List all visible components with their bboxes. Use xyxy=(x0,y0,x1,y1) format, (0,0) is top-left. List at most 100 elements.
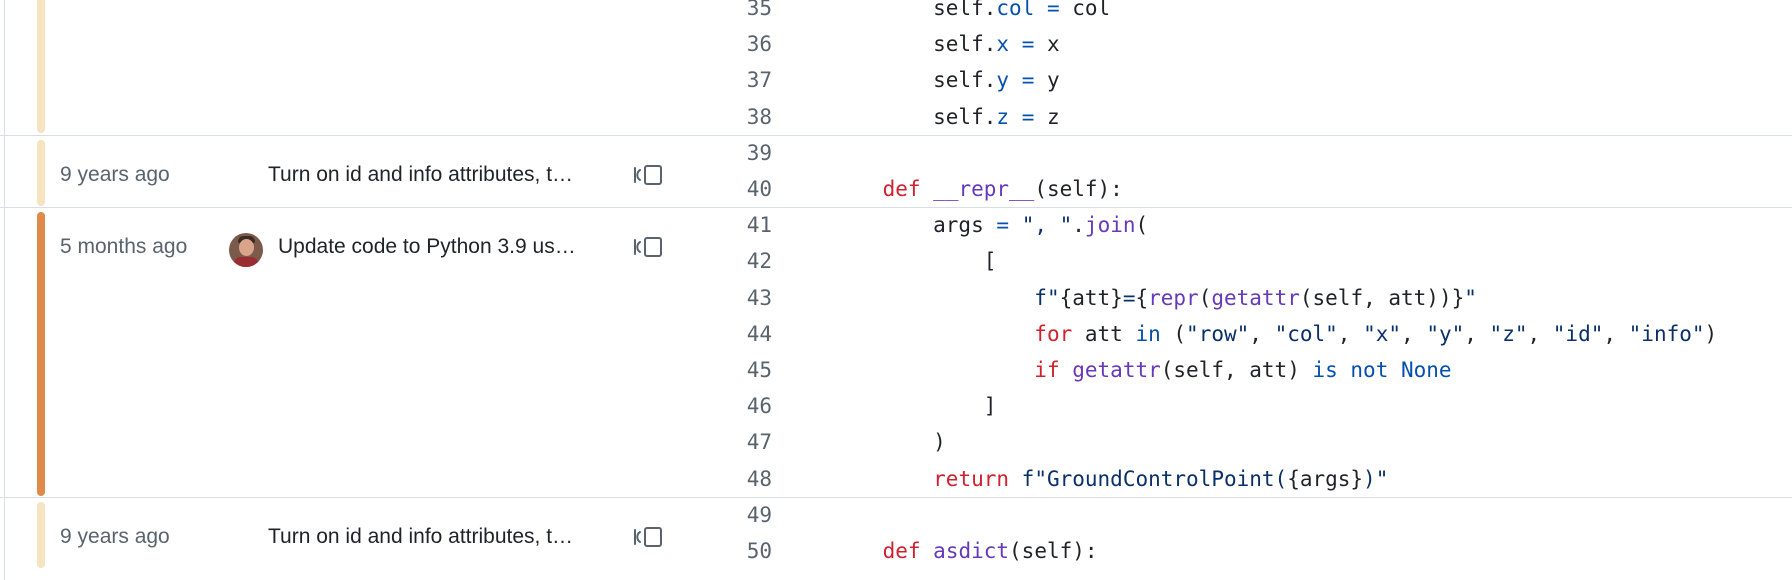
code-token: , xyxy=(1464,321,1490,346)
line-number[interactable]: 36 xyxy=(700,26,772,62)
code-token: y xyxy=(996,68,1010,93)
code-text: if getattr(self, att) is not None xyxy=(832,352,1452,388)
code-token: getattr xyxy=(1072,358,1161,382)
code-token: for xyxy=(1034,321,1073,346)
code-token: )" xyxy=(1363,466,1389,491)
code-token: (self, att))} xyxy=(1299,285,1465,310)
code-text: ] xyxy=(832,388,997,424)
code-token: col xyxy=(996,0,1035,20)
line-number[interactable]: 39 xyxy=(700,135,772,171)
code-token: col xyxy=(1059,0,1111,20)
code-token: , xyxy=(1603,321,1629,346)
code-line: 41 args = ", ".join( xyxy=(0,207,1792,243)
code-text: return f"GroundControlPoint({args})" xyxy=(832,461,1388,497)
code-text: def asdict(self): xyxy=(832,533,1098,569)
code-line: 49 xyxy=(0,497,1792,533)
line-number[interactable]: 35 xyxy=(700,0,772,26)
code-text: [ xyxy=(832,243,997,279)
code-token: def xyxy=(882,539,921,563)
code-line: 37 self.y = y xyxy=(0,62,1792,98)
code-token: = xyxy=(1021,104,1035,129)
code-token: f" xyxy=(1034,285,1060,310)
code-text: self.y = y xyxy=(832,62,1060,98)
line-number[interactable]: 48 xyxy=(700,461,772,497)
line-number[interactable]: 47 xyxy=(700,424,772,460)
code-token: ] xyxy=(832,394,997,419)
code-text: args = ", ".join( xyxy=(832,207,1148,243)
line-number[interactable]: 37 xyxy=(700,62,772,98)
code-token: = xyxy=(1021,68,1035,93)
code-token: self. xyxy=(832,68,997,93)
blame-view: 9 years ago Turn on id and info attribute… xyxy=(0,0,1792,580)
code-text: self.z = z xyxy=(832,99,1060,135)
line-number[interactable]: 38 xyxy=(700,99,772,135)
code-token: __repr__ xyxy=(933,177,1035,201)
code-token: x xyxy=(1034,32,1060,57)
line-number[interactable]: 44 xyxy=(700,316,772,352)
code-token: = xyxy=(1046,0,1060,20)
code-token: ) xyxy=(832,430,946,455)
code-token: att xyxy=(1072,321,1136,346)
code-token: "id" xyxy=(1552,321,1604,346)
code-token: "y" xyxy=(1426,321,1465,346)
code-token: join xyxy=(1084,213,1136,238)
code-line: 42 [ xyxy=(0,243,1792,279)
code-text: ) xyxy=(832,424,946,460)
code-text: self.x = x xyxy=(832,26,1060,62)
code-token: args xyxy=(832,213,997,238)
code-token: z xyxy=(1034,104,1060,129)
code-token: repr xyxy=(1148,285,1199,310)
code-line: 44 for att in ("row", "col", "x", "y", "… xyxy=(0,316,1792,352)
code-token: " xyxy=(1464,285,1477,310)
code-token: in xyxy=(1135,321,1161,346)
code-token: z xyxy=(996,104,1010,129)
code-text: for att in ("row", "col", "x", "y", "z",… xyxy=(832,316,1717,352)
code-text: def __repr__(self): xyxy=(832,171,1123,207)
code-token: {att} xyxy=(1059,285,1123,310)
code-token: self. xyxy=(832,104,997,129)
code-token: [ xyxy=(832,249,997,274)
code-text: f"{att}={repr(getattr(self, att))}" xyxy=(832,280,1477,316)
code-token: ) xyxy=(1704,321,1718,346)
code-token: "x" xyxy=(1363,321,1402,346)
code-token: = xyxy=(996,213,1010,238)
code-token: { xyxy=(1135,285,1149,310)
code-token: ( xyxy=(1135,213,1149,238)
line-number[interactable]: 43 xyxy=(700,280,772,316)
line-number[interactable]: 41 xyxy=(700,207,772,243)
code-token: . xyxy=(1072,213,1085,238)
code-token: ( xyxy=(1198,285,1212,310)
code-line: 48 return f"GroundControlPoint({args})" xyxy=(0,461,1792,497)
code-token: "info" xyxy=(1628,321,1705,346)
code-token: , xyxy=(1337,321,1364,346)
line-number[interactable]: 50 xyxy=(700,533,772,569)
code-line: 35 self.col = col xyxy=(0,0,1792,26)
code-token: ", " xyxy=(1021,213,1073,238)
code-token: x xyxy=(996,32,1010,57)
code-token: = xyxy=(1021,32,1035,57)
code-text: self.col = col xyxy=(832,0,1110,26)
code-line: 47 ) xyxy=(0,424,1792,460)
line-number[interactable]: 45 xyxy=(700,352,772,388)
line-number[interactable]: 46 xyxy=(700,388,772,424)
line-number[interactable]: 42 xyxy=(700,243,772,279)
code-token: asdict xyxy=(933,539,1010,563)
line-number[interactable]: 49 xyxy=(700,497,772,533)
code-token: is not None xyxy=(1312,358,1452,382)
code-token: (self): xyxy=(1034,177,1123,201)
code-token: = xyxy=(1122,285,1136,310)
code-token: , xyxy=(1527,321,1553,346)
code-token: self. xyxy=(832,0,997,20)
line-number[interactable]: 40 xyxy=(700,171,772,207)
